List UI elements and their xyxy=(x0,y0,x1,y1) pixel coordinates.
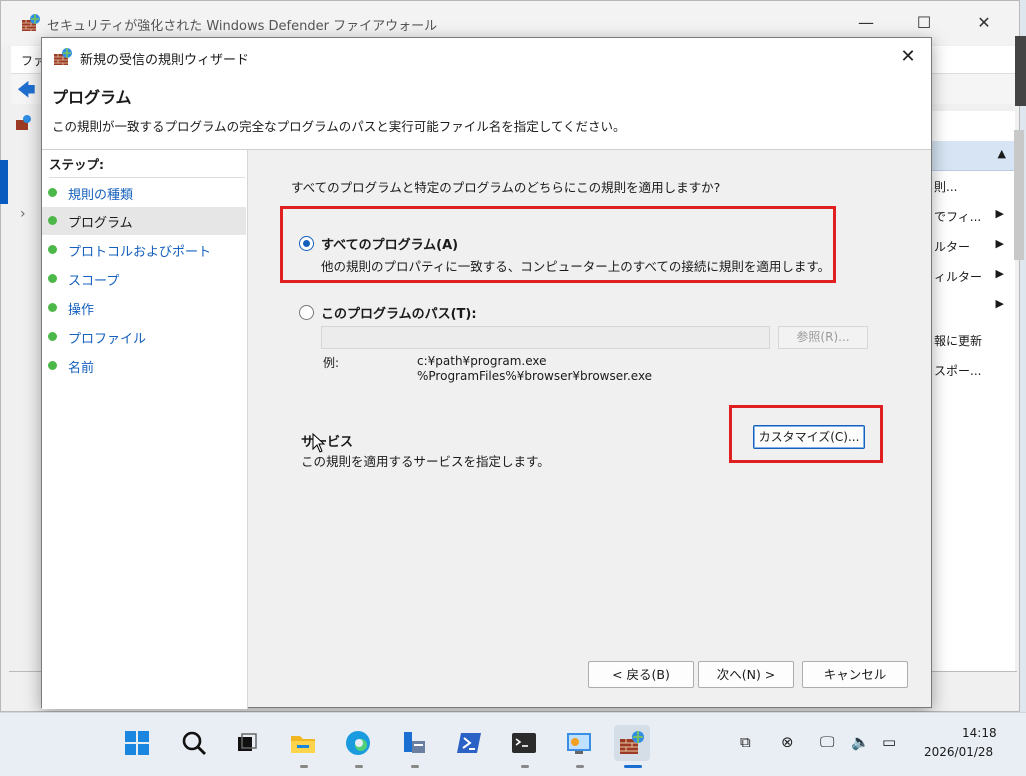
running-indicator xyxy=(576,765,584,768)
action-item[interactable]: でフィ... ▶ xyxy=(932,203,1016,229)
start-icon[interactable] xyxy=(119,725,155,761)
action-item[interactable]: ィルター ▶ xyxy=(932,263,1016,289)
step-bullet-icon xyxy=(48,361,57,370)
battery-icon[interactable]: ▭ xyxy=(882,733,896,751)
close-button[interactable]: ✕ xyxy=(972,11,996,35)
firewall-tree-icon xyxy=(16,115,31,130)
security-tray-icon[interactable]: ⧉ xyxy=(740,733,751,751)
step-name[interactable]: 名前 xyxy=(42,352,246,380)
actions-pane: ▲ 則... でフィ... ▶ ルター ▶ ィルター ▶ ▶ 報に更新 スポー... xyxy=(931,111,1016,671)
file-explorer-icon[interactable] xyxy=(285,725,321,761)
server-manager-icon[interactable] xyxy=(396,725,432,761)
step-bullet-icon xyxy=(48,332,57,341)
mouse-cursor-icon xyxy=(312,433,326,453)
page-title: プログラム xyxy=(52,88,132,107)
background-left-accent xyxy=(0,160,8,204)
volume-icon[interactable]: 🔈 xyxy=(851,733,870,751)
scrollbar-thumb[interactable] xyxy=(1014,130,1024,260)
firewall-app-icon xyxy=(22,14,40,31)
firewall-taskbar-icon[interactable] xyxy=(614,725,650,761)
step-protocol-ports[interactable]: プロトコルおよびポート xyxy=(42,236,246,264)
question-text: すべてのプログラムと特定のプログラムのどちらにこの規則を適用しますか? xyxy=(291,180,721,195)
running-indicator xyxy=(411,765,419,768)
dialog-titlebar: 新規の受信の規則ウィザード ✕ xyxy=(42,38,931,76)
dialog-close-button[interactable]: ✕ xyxy=(895,44,921,70)
step-scope[interactable]: スコープ xyxy=(42,265,246,293)
running-indicator xyxy=(521,765,529,768)
step-profile[interactable]: プロファイル xyxy=(42,323,246,351)
all-programs-label[interactable]: すべてのプログラム(A) xyxy=(321,234,458,253)
clock-time[interactable]: 14:18 xyxy=(962,726,997,740)
running-indicator xyxy=(355,765,363,768)
step-bullet-icon xyxy=(48,245,57,254)
submenu-arrow-icon: ▶ xyxy=(995,297,1004,310)
step-program[interactable]: プログラム xyxy=(42,207,246,235)
example-path: c:¥path¥program.exe xyxy=(417,354,547,368)
actions-header[interactable]: ▲ xyxy=(932,141,1016,171)
example-path: %ProgramFiles%¥browser¥browser.exe xyxy=(417,369,653,383)
taskbar: ⧉ ⊗ 🖵 🔈 ▭ 14:18 2026/01/28 xyxy=(0,712,1026,776)
control-panel-icon[interactable] xyxy=(561,725,597,761)
example-label: 例: xyxy=(323,356,340,370)
collapse-arrow-icon[interactable]: ▲ xyxy=(998,147,1006,160)
error-tray-icon[interactable]: ⊗ xyxy=(781,733,794,751)
dialog-title: 新規の受信の規則ウィザード xyxy=(80,53,250,68)
new-inbound-rule-wizard: 新規の受信の規則ウィザード ✕ プログラム この規則が一致するプログラムの完全な… xyxy=(41,37,932,709)
services-title: サービス xyxy=(301,435,354,450)
tree-expand-chevron-icon[interactable]: › xyxy=(20,206,26,222)
action-item[interactable]: ▶ xyxy=(932,293,1016,319)
wizard-header: プログラム この規則が一致するプログラムの完全なプログラムのパスと実行可能ファイ… xyxy=(42,76,931,150)
page-description: この規則が一致するプログラムの完全なプログラムのパスと実行可能ファイル名を指定し… xyxy=(52,119,626,134)
back-arrow-icon[interactable]: 🡄 xyxy=(17,78,39,101)
background-window-title: セキュリティが強化された Windows Defender ファイアウォール xyxy=(47,19,438,34)
action-item[interactable]: ルター ▶ xyxy=(932,233,1016,259)
powershell-icon[interactable] xyxy=(451,725,487,761)
action-item[interactable]: 則... xyxy=(932,173,1016,199)
submenu-arrow-icon: ▶ xyxy=(995,207,1004,220)
program-path-label[interactable]: このプログラムのパス(T): xyxy=(321,303,477,322)
back-button[interactable]: < 戻る(B) xyxy=(588,661,694,688)
network-icon[interactable]: 🖵 xyxy=(820,733,834,751)
running-indicator xyxy=(300,765,308,768)
action-item[interactable]: 報に更新 xyxy=(932,327,1016,353)
step-action[interactable]: 操作 xyxy=(42,294,246,322)
step-rule-type[interactable]: 規則の種類 xyxy=(42,179,246,207)
minimize-button[interactable]: — xyxy=(854,11,878,35)
submenu-arrow-icon: ▶ xyxy=(995,267,1004,280)
search-icon[interactable] xyxy=(176,725,212,761)
step-bullet-icon xyxy=(48,274,57,283)
active-indicator xyxy=(624,765,642,768)
step-bullet-icon xyxy=(48,188,57,197)
step-bullet-icon xyxy=(48,303,57,312)
action-item[interactable]: スポー... xyxy=(932,357,1016,383)
cancel-button[interactable]: キャンセル xyxy=(802,661,908,688)
clock-date[interactable]: 2026/01/28 xyxy=(924,745,993,759)
edge-icon[interactable] xyxy=(340,725,376,761)
customize-button[interactable]: カスタマイズ(C)... xyxy=(753,425,865,449)
background-window-edge xyxy=(1015,36,1026,106)
submenu-arrow-icon: ▶ xyxy=(995,237,1004,250)
program-path-radio[interactable] xyxy=(299,305,314,320)
all-programs-description: 他の規則のプロパティに一致する、コンピューター上のすべての接続に規則を適用します… xyxy=(321,259,831,274)
browse-button[interactable]: 参照(R)... xyxy=(778,326,868,349)
next-button[interactable]: 次へ(N) > xyxy=(698,661,794,688)
services-description: この規則を適用するサービスを指定します。 xyxy=(301,454,550,469)
wizard-content: すべてのプログラムと特定のプログラムのどちらにこの規則を適用しますか? すべての… xyxy=(249,150,931,709)
task-view-icon[interactable] xyxy=(229,725,265,761)
step-bullet-icon xyxy=(48,216,57,225)
steps-pane: ステップ: 規則の種類 プログラム プロトコルおよびポート スコープ 操作 プロ… xyxy=(42,150,248,709)
terminal-icon[interactable] xyxy=(506,725,542,761)
firewall-app-icon xyxy=(54,48,72,65)
steps-title: ステップ: xyxy=(49,154,245,178)
program-path-input[interactable] xyxy=(321,326,770,349)
all-programs-radio[interactable] xyxy=(299,236,314,251)
maximize-button[interactable]: ☐ xyxy=(912,11,936,35)
